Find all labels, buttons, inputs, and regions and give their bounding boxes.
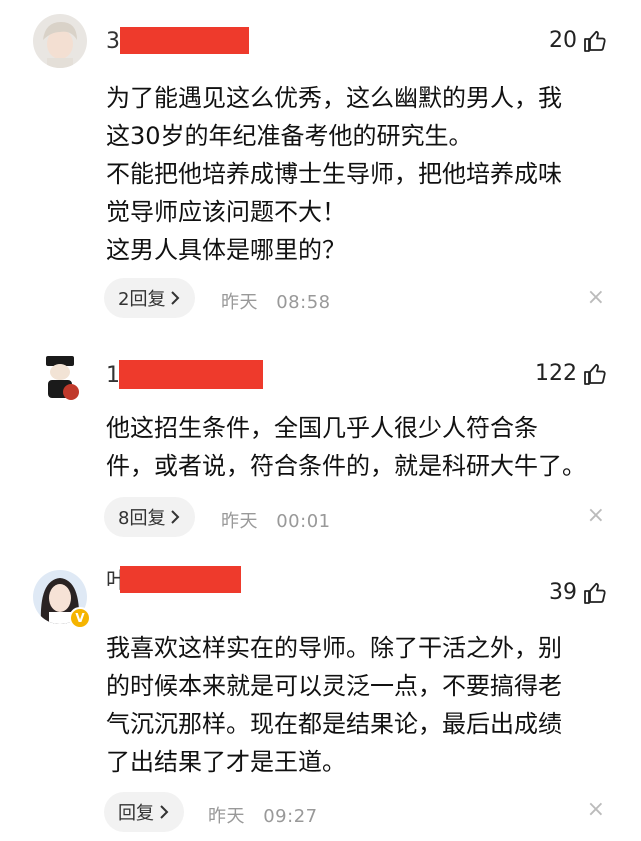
username-redaction	[120, 27, 249, 54]
like-count: 39	[549, 580, 577, 605]
username[interactable]: 3	[106, 29, 120, 55]
time-clock: 00:01	[276, 511, 331, 532]
like-count: 20	[549, 28, 577, 53]
close-icon[interactable]: ×	[587, 287, 605, 309]
verified-badge-icon: V	[69, 607, 91, 629]
avatar[interactable]	[33, 14, 87, 68]
chevron-right-icon	[160, 805, 169, 819]
time-clock: 08:58	[276, 292, 331, 313]
avatar[interactable]	[33, 350, 87, 404]
thumbs-up-icon	[584, 30, 606, 52]
timestamp: 昨天 00:01	[221, 507, 331, 533]
like-button[interactable]: 122	[535, 361, 607, 386]
like-button[interactable]: 39	[549, 580, 607, 605]
username-redaction	[120, 566, 241, 593]
comment-text: 我喜欢这样实在的导师。除了干活之外，别 的时候本来就是可以灵泛一点，不要搞得老 …	[106, 634, 562, 776]
reply-button[interactable]: 2回复	[104, 278, 196, 318]
time-clock: 09:27	[263, 806, 318, 827]
reply-label: 回复	[118, 803, 154, 824]
like-count: 122	[535, 361, 577, 386]
comment-item-2: 1 122 他这招生条件，全国几乎人很少人符合条 件，或者说，符合条件的，就是科…	[0, 330, 641, 550]
thumbs-up-icon	[584, 363, 606, 385]
timestamp: 昨天 09:27	[208, 802, 318, 828]
username-redaction	[119, 360, 263, 389]
avatar-image-2	[33, 350, 87, 404]
reply-label: 2回复	[118, 289, 166, 310]
comment-text: 他这招生条件，全国几乎人很少人符合条 件，或者说，符合条件的，就是科研大牛了。	[106, 414, 586, 480]
comment-item-3: V 叶 39 我喜欢这样实在的导师。除了干活之外，别 的时候本来就是可以灵泛一点…	[0, 550, 641, 841]
reply-label: 8回复	[118, 508, 166, 529]
time-day: 昨天	[221, 511, 258, 532]
username[interactable]: 1	[106, 363, 120, 389]
thumbs-up-icon	[584, 582, 606, 604]
time-day: 昨天	[221, 292, 258, 313]
reply-button[interactable]: 回复	[104, 792, 184, 832]
time-day: 昨天	[208, 806, 245, 827]
reply-button[interactable]: 8回复	[104, 497, 196, 537]
chevron-right-icon	[171, 510, 180, 524]
timestamp: 昨天 08:58	[221, 288, 331, 314]
comment-text: 为了能遇见这么优秀，这么幽默的男人，我 这30岁的年纪准备考他的研究生。 不能把…	[106, 84, 562, 264]
close-icon[interactable]: ×	[587, 799, 605, 821]
comment-item-1: 3 20 为了能遇见这么优秀，这么幽默的男人，我 这30岁的年纪准备考他的研究生…	[0, 0, 641, 330]
chevron-right-icon	[171, 291, 180, 305]
close-icon[interactable]: ×	[587, 505, 605, 527]
avatar-image-1	[33, 14, 87, 68]
like-button[interactable]: 20	[549, 28, 607, 53]
